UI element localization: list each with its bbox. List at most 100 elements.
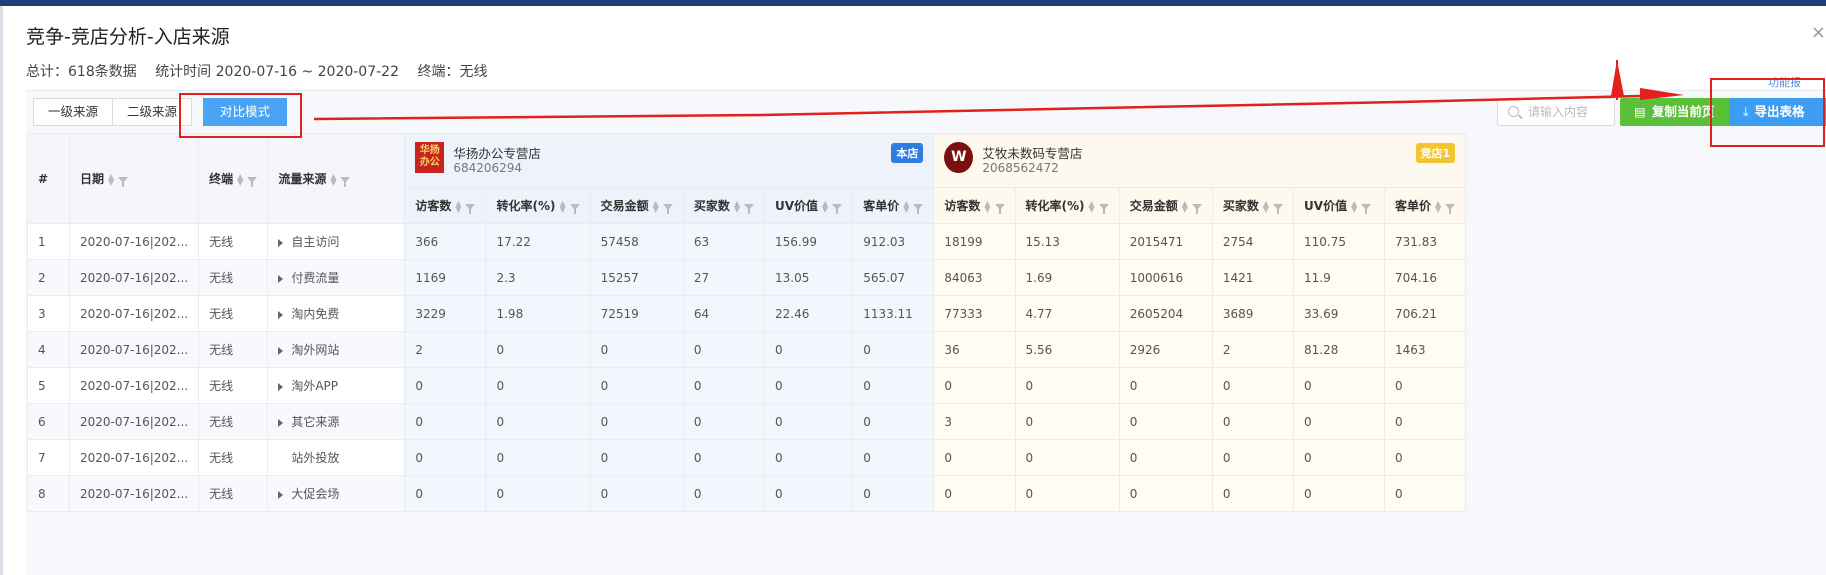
expand-caret-icon[interactable] [278, 418, 284, 427]
filter-icon[interactable] [465, 203, 476, 214]
filter-icon[interactable] [569, 203, 580, 214]
competitor-metric-cell: 706.21 [1384, 295, 1467, 332]
search-input[interactable]: 请输入内容 [1497, 98, 1615, 126]
competitor-metric-cell: 1.69 [1014, 259, 1120, 296]
competitor-metric-cell: 0 [933, 367, 1016, 404]
sort-icon[interactable]: ▲ ▼ [822, 199, 828, 213]
row-index: 7 [27, 439, 70, 476]
own-store-header: 华扬 办公 华扬办公专营店 684206294 本店 [404, 133, 935, 188]
sort-icon[interactable]: ▲ ▼ [903, 199, 909, 213]
table-row: 1 2020-07-16|202... 无线 自主访问 366 17.22 57458 63 1… [27, 223, 1467, 260]
own-metric-header[interactable]: UV价值 ▲ ▼ [763, 187, 854, 224]
row-source[interactable]: 淘外网站 [267, 331, 406, 368]
row-source[interactable]: 淘内免费 [267, 295, 406, 332]
competitor-store-id: 2068562472 [982, 161, 1059, 175]
comp-metric-header[interactable]: 访客数 ▲ ▼ [933, 187, 1016, 224]
own-metric-header[interactable]: 访客数 ▲ ▼ [404, 187, 487, 224]
filter-icon[interactable] [1273, 203, 1284, 214]
competitor-metric-cell: 84063 [933, 259, 1016, 296]
filter-icon[interactable] [662, 203, 673, 214]
own-metric-cell: 0 [404, 403, 487, 440]
own-metric-cell: 0 [485, 403, 591, 440]
row-terminal: 无线 [198, 403, 269, 440]
own-metric-cell: 0 [589, 367, 684, 404]
expand-caret-icon[interactable] [278, 274, 284, 283]
row-source-label: 站外投放 [291, 451, 340, 465]
document-icon: ▤ [1634, 104, 1646, 119]
filter-icon[interactable] [340, 176, 351, 187]
filter-icon[interactable] [1361, 203, 1372, 214]
own-metric-header[interactable]: 转化率(%) ▲ ▼ [485, 187, 591, 224]
tab-level1-source[interactable]: 一级来源 [33, 98, 114, 126]
competitor-metric-cell: 0 [1211, 403, 1295, 440]
col-date-header[interactable]: 日期 ▲ ▼ [68, 133, 200, 224]
expand-caret-icon[interactable] [278, 310, 284, 319]
dialog-title: 竞争-竞店分析-入店来源 [26, 26, 230, 48]
expand-caret-icon[interactable] [278, 490, 284, 499]
sort-icon[interactable]: ▲ ▼ [1351, 199, 1357, 213]
filter-icon[interactable] [913, 203, 924, 214]
expand-caret-icon[interactable] [278, 382, 284, 391]
sort-icon[interactable]: ▲ ▼ [559, 199, 565, 213]
row-source[interactable]: 站外投放 [267, 439, 406, 476]
sort-icon[interactable]: ▲ ▼ [1089, 199, 1095, 213]
row-source[interactable]: 其它来源 [267, 403, 406, 440]
row-date: 2020-07-16|202... [68, 475, 200, 512]
own-metric-header[interactable]: 交易金额 ▲ ▼ [589, 187, 684, 224]
comp-metric-header[interactable]: 转化率(%) ▲ ▼ [1014, 187, 1120, 224]
col-terminal-header[interactable]: 终端 ▲ ▼ [198, 133, 269, 224]
sort-icon[interactable]: ▲ ▼ [734, 199, 740, 213]
own-metric-header[interactable]: 客单价 ▲ ▼ [852, 187, 935, 224]
sort-icon[interactable]: ▲ ▼ [1182, 199, 1188, 213]
sort-icon[interactable]: ▲ ▼ [1263, 199, 1269, 213]
own-metric-cell: 0 [763, 403, 854, 440]
comp-metric-header[interactable]: 客单价 ▲ ▼ [1384, 187, 1467, 224]
sort-icon[interactable]: ▲ ▼ [237, 172, 243, 186]
summary-total: 总计：618条数据 [26, 64, 137, 80]
comp-metric-header[interactable]: 交易金额 ▲ ▼ [1118, 187, 1213, 224]
comp-metric-header[interactable]: UV价值 ▲ ▼ [1293, 187, 1386, 224]
sort-icon[interactable]: ▲ ▼ [455, 199, 461, 213]
own-metric-cell: 0 [589, 439, 684, 476]
col-source-header[interactable]: 流量来源 ▲ ▼ [267, 133, 406, 224]
competitor-metric-cell: 2605204 [1118, 295, 1213, 332]
own-metric-cell: 0 [763, 475, 854, 512]
competitor-metric-cell: 0 [1118, 403, 1213, 440]
sort-icon[interactable]: ▲ ▼ [653, 199, 659, 213]
table-body: 1 2020-07-16|202... 无线 自主访问 366 17.22 57458 63 1… [27, 223, 1467, 512]
own-metric-cell: 2 [404, 331, 487, 368]
filter-icon[interactable] [994, 203, 1005, 214]
competitor-metric-cell: 0 [1384, 475, 1467, 512]
col-index-header: # [27, 133, 70, 224]
filter-icon[interactable] [118, 176, 129, 187]
row-index: 1 [27, 223, 70, 260]
filter-icon[interactable] [832, 203, 843, 214]
own-metric-cell: 13.05 [763, 259, 854, 296]
competitor-metric-cell: 2 [1211, 331, 1295, 368]
own-metric-cell: 64 [682, 295, 765, 332]
table-row: 6 2020-07-16|202... 无线 其它来源 0 0 0 0 0 0 3 0 0 0 0 0 [27, 403, 1467, 440]
sort-icon[interactable]: ▲ ▼ [330, 172, 336, 186]
row-source[interactable]: 付费流量 [267, 259, 406, 296]
expand-caret-icon[interactable] [278, 238, 284, 247]
own-metric-header[interactable]: 买家数 ▲ ▼ [682, 187, 765, 224]
sort-icon[interactable]: ▲ ▼ [984, 199, 990, 213]
filter-icon[interactable] [1098, 203, 1109, 214]
row-source[interactable]: 大促会场 [267, 475, 406, 512]
comp-metric-header[interactable]: 买家数 ▲ ▼ [1211, 187, 1295, 224]
sort-icon[interactable]: ▲ ▼ [1435, 199, 1441, 213]
filter-icon[interactable] [1191, 203, 1202, 214]
competitor-store-name: 艾牧未数码专营店 [982, 146, 1083, 161]
close-icon[interactable]: × [1811, 22, 1826, 43]
competitor-metric-cell: 3 [933, 403, 1016, 440]
own-metric-cell: 0 [485, 331, 591, 368]
row-date: 2020-07-16|202... [68, 367, 200, 404]
row-source[interactable]: 自主访问 [267, 223, 406, 260]
filter-icon[interactable] [743, 203, 754, 214]
row-source[interactable]: 淘外APP [267, 367, 406, 404]
own-store-logo: 华扬 办公 [415, 142, 445, 173]
expand-caret-icon[interactable] [278, 346, 284, 355]
filter-icon[interactable] [247, 176, 258, 187]
filter-icon[interactable] [1445, 203, 1456, 214]
sort-icon[interactable]: ▲ ▼ [108, 172, 114, 186]
